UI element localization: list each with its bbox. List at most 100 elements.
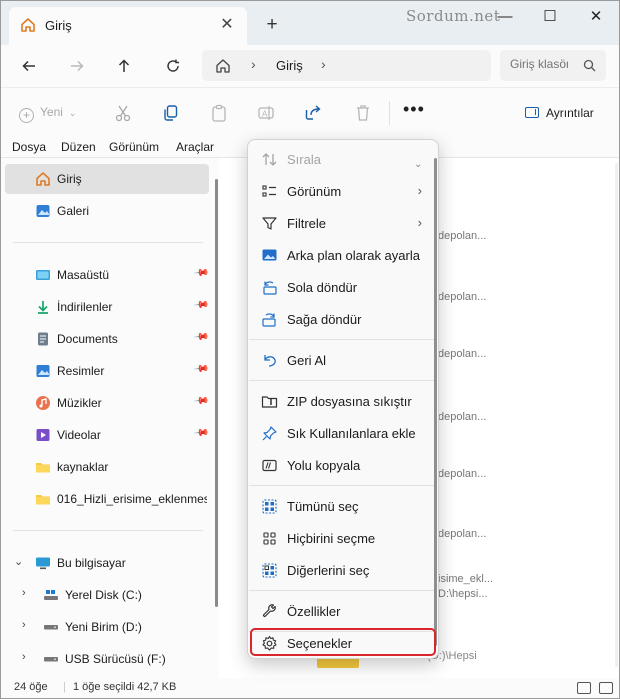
menu-item-compress-zip[interactable]: ZIP dosyasına sıkıştır <box>252 386 434 416</box>
cut-icon[interactable] <box>113 103 135 125</box>
sidebar-item-drive-d[interactable]: › Yeni Birim (D:) <box>5 612 209 642</box>
sidebar-item-pictures[interactable]: Resimler 📌 <box>5 356 210 386</box>
menu-item-label: Görünüm <box>287 184 342 199</box>
chevron-right-icon[interactable]: › <box>321 56 326 72</box>
menu-item-label: Sağa döndür <box>287 312 362 327</box>
address-bar[interactable]: › Giriş › <box>202 50 491 81</box>
status-bar: 24 öğe | 1 öğe seçildi 42,7 KB <box>1 678 619 698</box>
menu-item-label: Özellikler <box>287 604 341 619</box>
sidebar-item-music[interactable]: Müzikler 📌 <box>5 388 210 418</box>
chevron-down-icon[interactable]: ⌄ <box>14 555 23 568</box>
details-button[interactable]: Ayrıntılar <box>525 106 594 120</box>
new-tab-button[interactable]: + <box>260 14 284 36</box>
chevron-right-icon[interactable]: › <box>22 587 26 599</box>
up-button[interactable] <box>111 53 137 79</box>
menu-item-set-background[interactable]: Arka plan olarak ayarla <box>252 240 434 270</box>
new-button[interactable]: + Yeni ⌄ <box>19 105 76 123</box>
breadcrumb[interactable]: Giriş <box>276 58 303 73</box>
forward-button[interactable] <box>64 53 90 79</box>
list-item[interactable]: depolan... <box>438 468 486 480</box>
menu-item-undo[interactable]: Geri Al <box>252 345 434 375</box>
sidebar-item-videos[interactable]: Videolar 📌 <box>5 420 210 450</box>
menu-item-view[interactable]: Görünüm › <box>252 176 434 206</box>
sidebar-item-downloads[interactable]: İndirilenler 📌 <box>5 292 210 322</box>
sidebar-item-drive-f[interactable]: › USB Sürücüsü (F:) <box>5 644 209 674</box>
details-label: Ayrıntılar <box>546 106 594 120</box>
menu-item-rotate-right[interactable]: Sağa döndür <box>252 304 434 334</box>
pin-icon[interactable]: 📌 <box>193 361 210 377</box>
list-item[interactable]: depolan... <box>438 348 486 360</box>
tab-close-button[interactable]: ✕ <box>216 15 238 35</box>
rename-icon[interactable]: A <box>256 103 278 125</box>
paste-icon[interactable] <box>209 103 231 125</box>
maximize-button[interactable]: ☐ <box>535 5 565 29</box>
copy-icon[interactable] <box>161 103 183 125</box>
tab-giris[interactable]: Giriş ✕ <box>9 7 247 45</box>
pin-icon[interactable]: 📌 <box>193 393 210 409</box>
chevron-right-icon[interactable]: › <box>22 619 26 631</box>
sidebar-item-documents[interactable]: Documents 📌 <box>5 324 210 354</box>
menu-item-rotate-left[interactable]: Sola döndür <box>252 272 434 302</box>
share-icon[interactable] <box>304 103 326 125</box>
search-input[interactable] <box>510 57 568 71</box>
sidebar-item-folder-016[interactable]: 016_Hizli_erisime_eklenmesini <box>5 484 209 514</box>
view-icon <box>261 183 278 200</box>
menu-item-label: ZIP dosyasına sıkıştır <box>287 394 412 409</box>
back-button[interactable] <box>16 53 42 79</box>
menu-item-copy-path[interactable]: Yolu kopyala <box>252 450 434 480</box>
search-box[interactable] <box>500 50 606 81</box>
menu-item-filter[interactable]: Filtrele › <box>252 208 434 238</box>
chevron-right-icon[interactable]: › <box>22 651 26 663</box>
menu-divider <box>249 339 435 340</box>
list-item[interactable]: depolan... <box>438 528 486 540</box>
menu-item-label: Yolu kopyala <box>287 458 361 473</box>
tiles-view-icon[interactable] <box>599 682 613 694</box>
home-icon <box>215 58 231 77</box>
menu-scrollbar[interactable] <box>434 158 437 646</box>
pin-icon[interactable]: 📌 <box>193 297 210 313</box>
content-scrollbar[interactable] <box>615 163 618 667</box>
sidebar-divider <box>13 242 203 243</box>
menu-item-sort[interactable]: Sırala <box>252 144 434 174</box>
more-options-button[interactable]: ••• <box>403 99 425 120</box>
menu-item-invert-selection[interactable]: Diğerlerini seç <box>252 555 434 585</box>
menu-item-properties[interactable]: Özellikler <box>252 596 434 626</box>
status-divider: | <box>63 681 66 693</box>
sidebar-item-this-pc[interactable]: ⌄ Bu bilgisayar <box>5 548 209 578</box>
sidebar-item-kaynaklar[interactable]: kaynaklar <box>5 452 209 482</box>
copy-path-icon <box>261 457 278 474</box>
pin-icon[interactable]: 📌 <box>193 265 210 281</box>
refresh-button[interactable] <box>160 53 186 79</box>
sidebar-scrollbar[interactable] <box>215 179 218 607</box>
gallery-icon <box>35 203 51 219</box>
sidebar-item-gallery[interactable]: Galeri <box>5 196 209 226</box>
sidebar-item-drive-c[interactable]: › Yerel Disk (C:) <box>5 580 209 610</box>
list-item[interactable]: depolan... <box>438 230 486 242</box>
list-item[interactable]: isime_ekl... <box>438 573 493 585</box>
chevron-right-icon: › <box>417 215 422 230</box>
video-icon <box>35 427 51 443</box>
pin-icon[interactable]: 📌 <box>193 329 210 345</box>
menu-item-select-none[interactable]: Hiçbirini seçme <box>252 523 434 553</box>
menu-file[interactable]: Dosya <box>12 140 46 154</box>
details-pane-icon <box>525 107 539 118</box>
list-item[interactable]: depolan... <box>438 291 486 303</box>
details-view-icon[interactable] <box>577 682 591 694</box>
list-item[interactable]: depolan... <box>438 411 486 423</box>
menu-item-select-all[interactable]: Tümünü seç <box>252 491 434 521</box>
close-window-button[interactable]: ✕ <box>581 5 611 29</box>
menu-tools[interactable]: Araçlar <box>176 140 214 154</box>
menu-edit[interactable]: Düzen <box>61 140 96 154</box>
list-item[interactable]: D:\hepsi... <box>438 588 488 600</box>
menu-divider <box>249 485 435 486</box>
delete-icon[interactable] <box>353 103 375 125</box>
sidebar-item-label: 016_Hizli_erisime_eklenmesini <box>57 492 207 506</box>
menu-item-add-favorites[interactable]: Sık Kullanılanlara ekle <box>252 418 434 448</box>
menu-view[interactable]: Görünüm <box>109 140 159 154</box>
minimize-button[interactable]: — <box>490 5 520 29</box>
sidebar-item-label: İndirilenler <box>57 300 113 314</box>
pin-icon[interactable]: 📌 <box>193 425 210 441</box>
rotate-left-icon <box>261 279 278 296</box>
sidebar-item-home[interactable]: Giriş <box>5 164 209 194</box>
sidebar-item-desktop[interactable]: Masaüstü 📌 <box>5 260 210 290</box>
